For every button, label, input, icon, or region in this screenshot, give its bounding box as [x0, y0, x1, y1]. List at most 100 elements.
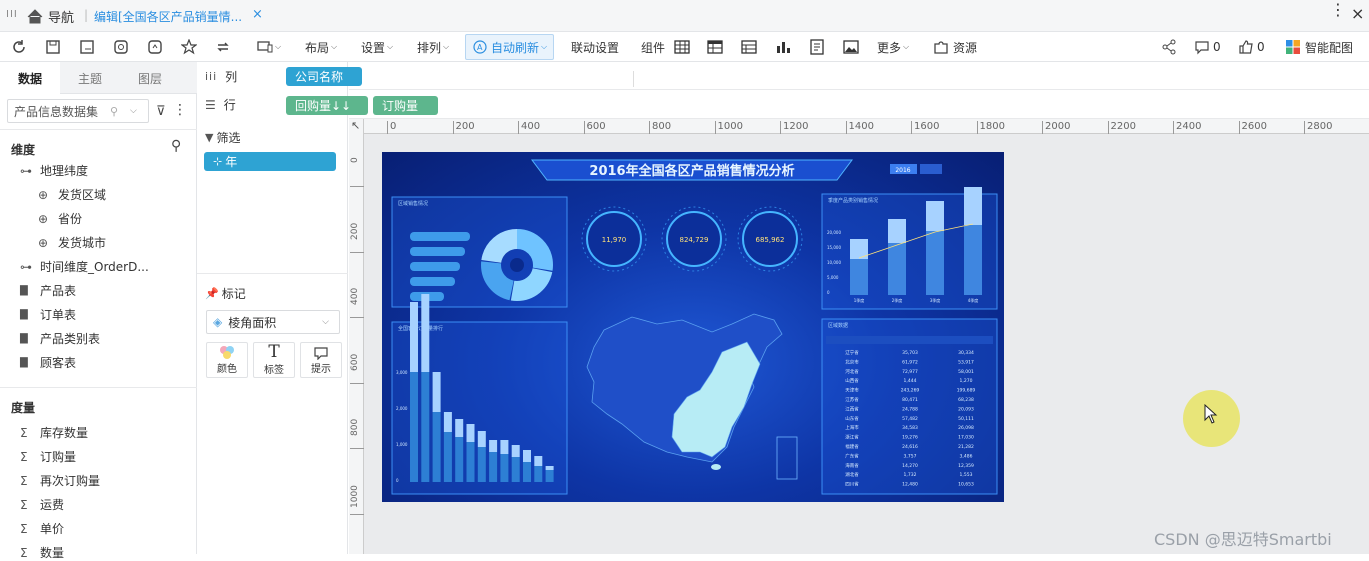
dimension-item[interactable]: ⊕ 发货城市: [38, 234, 106, 251]
ruler-corner-icon: ↖: [351, 119, 361, 132]
resources-button[interactable]: 资源: [933, 32, 977, 62]
measure-item[interactable]: Σ 单价: [20, 520, 64, 537]
columns-shelf[interactable]: 公司名称: [286, 62, 1369, 90]
smart-config-button[interactable]: 智能配图: [1285, 32, 1353, 62]
pin-icon: 📌: [205, 287, 219, 300]
filter-sort-icon[interactable]: ⊽: [156, 104, 166, 119]
dimension-item[interactable]: ▇ 顾客表: [20, 354, 76, 371]
marks-header: 📌 标记: [205, 285, 246, 302]
like-button[interactable]: 0: [1238, 32, 1265, 62]
more-vertical-icon[interactable]: ⋮: [1330, 2, 1346, 18]
row-chip-orders[interactable]: 订购量: [373, 96, 438, 115]
more-options-icon[interactable]: ⋮: [173, 102, 187, 118]
column-chip-company[interactable]: 公司名称: [286, 67, 362, 86]
year-badge-next[interactable]: [920, 164, 942, 174]
svg-text:A: A: [477, 43, 483, 52]
tab-layers[interactable]: 图层: [120, 62, 180, 94]
menu-handle-icon[interactable]: III: [6, 9, 18, 20]
resources-label: 资源: [953, 40, 978, 55]
share-button[interactable]: [1161, 32, 1177, 62]
rank-bar-top: [534, 456, 543, 466]
rank-y-label: 3,000: [396, 370, 408, 375]
dimension-label: 发货城市: [58, 236, 107, 250]
dimension-item[interactable]: ▇ 订单表: [20, 306, 76, 323]
preview-button[interactable]: [113, 32, 129, 62]
settings-menu[interactable]: 设置 ⌵: [361, 32, 393, 62]
row-chip-repurchase[interactable]: 回购量↓↓: [286, 96, 368, 115]
favorite-button[interactable]: [181, 32, 197, 62]
tab-edit-dashboard[interactable]: 编辑[全国各区产品销量情...: [94, 8, 242, 25]
rank-bar-top: [421, 294, 430, 372]
measure-header: 度量: [11, 401, 36, 415]
more-label: 更多: [877, 40, 902, 55]
text-component-button[interactable]: [809, 32, 825, 62]
folder-icon: ▇: [20, 285, 28, 296]
ruler-tick: 600: [350, 353, 364, 384]
tooltip-mark-button[interactable]: 提示: [300, 342, 342, 378]
save-as-button[interactable]: [79, 32, 95, 62]
publish-icon: [148, 40, 162, 54]
folder-icon: ▇: [20, 309, 28, 320]
dashboard-preview[interactable]: 2016年全国各区产品销售情况分析 2016 区域销售情况 季度产品类别销售情况…: [382, 152, 1004, 502]
crosstab-component-button[interactable]: [707, 32, 723, 62]
table-cell: 19,276: [902, 435, 918, 441]
table-cell: 14,270: [902, 463, 918, 469]
table-component-button[interactable]: [674, 32, 690, 62]
dimension-item[interactable]: ▇ 产品表: [20, 282, 76, 299]
kpi-1: 11,970: [581, 206, 647, 272]
south-sea-inset: [776, 436, 798, 480]
dimension-item[interactable]: ⊕ 省份: [38, 210, 82, 227]
sync-button[interactable]: [215, 32, 231, 62]
label-mark-button[interactable]: T 标签: [253, 342, 295, 378]
color-mark-button[interactable]: 颜色: [206, 342, 248, 378]
dimension-item[interactable]: ⊕ 发货区域: [38, 186, 106, 203]
nav-button[interactable]: 导航: [27, 7, 74, 26]
measure-item[interactable]: Σ 数量: [20, 544, 64, 561]
image-component-button[interactable]: [843, 32, 859, 62]
rows-shelf[interactable]: 回购量↓↓ 订购量: [286, 90, 1369, 119]
dashboard-title: 2016年全国各区产品销售情况分析: [589, 163, 794, 179]
table-cell: 3,486: [960, 453, 973, 459]
measure-item[interactable]: Σ 库存数量: [20, 424, 88, 441]
dimension-label: 产品表: [40, 284, 77, 298]
hierarchy-icon: ⊶: [20, 163, 32, 178]
ruler-tick: 1400: [845, 121, 874, 134]
table-cell: 26,098: [958, 425, 974, 431]
filter-chip-year[interactable]: ⊹ 年: [204, 152, 336, 171]
tab-close-icon[interactable]: ×: [252, 7, 263, 22]
link-settings-button[interactable]: 联动设置: [571, 32, 619, 62]
dimension-item[interactable]: ▇ 产品类别表: [20, 330, 100, 347]
table-cell: 72,977: [902, 369, 918, 375]
dimension-item[interactable]: ⊶ 地理纬度: [20, 162, 88, 179]
search-icon[interactable]: ⚲: [171, 138, 181, 154]
save-button[interactable]: [45, 32, 61, 62]
measure-item[interactable]: Σ 订购量: [20, 448, 76, 465]
refresh-button[interactable]: [11, 32, 27, 62]
window-close-icon[interactable]: ×: [1351, 4, 1364, 23]
table-cell: 3,757: [904, 453, 917, 459]
dimension-item[interactable]: ⊶ 时间维度_OrderD...: [20, 258, 149, 275]
dataset-select[interactable]: 产品信息数据集 ⚲ ⌵: [7, 99, 149, 123]
chart-component-button[interactable]: [775, 32, 791, 62]
layout-menu[interactable]: 布局 ⌵: [305, 32, 337, 62]
smart-config-icon: [1286, 40, 1300, 54]
kpi-3: 685,962: [737, 206, 803, 272]
comments-button[interactable]: 0: [1194, 32, 1221, 62]
mark-type-select[interactable]: ◈ 棱角面积 ⌵: [206, 310, 340, 334]
measure-item[interactable]: Σ 运费: [20, 496, 64, 513]
measure-label: 再次订购量: [40, 474, 101, 488]
arrange-menu[interactable]: 排列 ⌵: [417, 32, 449, 62]
table-cell: 34,583: [902, 425, 918, 431]
rank-bar-base: [443, 432, 452, 482]
publish-button[interactable]: [147, 32, 163, 62]
measure-item[interactable]: Σ 再次订购量: [20, 472, 100, 489]
canvas-area[interactable]: 0 200 400 600 800 1000 1200 1400 1600 1800 2000 220…: [349, 119, 1369, 554]
device-button[interactable]: ⌵: [257, 32, 281, 62]
tab-data[interactable]: 数据: [0, 62, 60, 94]
rank-bar-base: [523, 462, 531, 482]
more-menu[interactable]: 更多 ⌵: [877, 32, 909, 62]
tab-theme[interactable]: 主题: [60, 62, 120, 94]
panel-title-quarter: 季度产品类别销售情况: [828, 197, 878, 204]
auto-refresh-button[interactable]: A 自动刷新 ⌵: [465, 34, 555, 60]
freeform-table-button[interactable]: [741, 32, 757, 62]
